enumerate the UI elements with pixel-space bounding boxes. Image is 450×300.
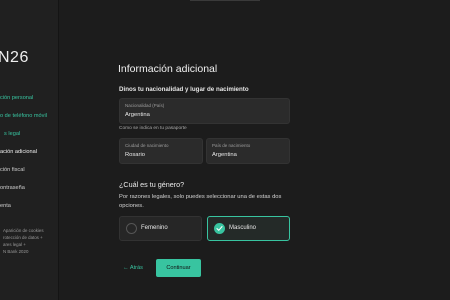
sidebar-item-additional-info[interactable]: ación adicional xyxy=(0,149,37,155)
nationality-field[interactable]: Nacionalidad (País) Argentina xyxy=(119,98,290,124)
gender-option-male[interactable]: Masculino xyxy=(207,216,290,241)
footer-copyright: N Bank 2020 xyxy=(3,249,29,254)
nationality-hint: Como se indica en tu pasaporte xyxy=(119,126,187,131)
gender-option-label: Femenino xyxy=(141,225,168,231)
footer-legal-link[interactable]: ares legal + xyxy=(3,241,53,248)
sidebar-item-tax-info[interactable]: ción fiscal xyxy=(0,167,25,173)
main-content: Información adicional Dinos tu nacionali… xyxy=(118,0,290,300)
continue-button[interactable]: Continuar xyxy=(156,259,201,277)
birth-country-value: Argentina xyxy=(212,152,237,158)
section-label: Dinos tu nacionalidad y lugar de nacimie… xyxy=(119,86,249,93)
nationality-label: Nacionalidad (País) xyxy=(125,103,165,108)
sidebar-item-phone[interactable]: o de teléfono móvil xyxy=(0,113,47,119)
birth-city-value: Rosario xyxy=(125,152,145,158)
sidebar: N26 ción personal o de teléfono móvil s … xyxy=(0,0,59,300)
birth-country-label: País de nacimiento xyxy=(212,143,251,148)
sidebar-item-account[interactable]: enta xyxy=(0,203,11,209)
nationality-value: Argentina xyxy=(125,112,150,118)
birth-city-label: Ciudad de nacimiento xyxy=(125,143,169,148)
footer-data-protection-link[interactable]: rotección de datos + xyxy=(3,234,53,241)
birth-city-field[interactable]: Ciudad de nacimiento Rosario xyxy=(119,138,203,164)
checkmark-icon xyxy=(216,226,223,231)
radio-unchecked-icon[interactable] xyxy=(126,223,137,234)
footer-cookies-link[interactable]: Aparición de cookies xyxy=(3,227,53,234)
sidebar-item-personal-info[interactable]: ción personal xyxy=(0,95,33,101)
gender-option-female[interactable]: Femenino xyxy=(119,216,202,241)
birth-country-field[interactable]: País de nacimiento Argentina xyxy=(206,138,290,164)
back-link[interactable]: ← Atrás xyxy=(123,265,143,271)
sidebar-item-password[interactable]: ontraseña xyxy=(0,185,25,191)
sidebar-footer: Aparición de cookies rotección de datos … xyxy=(3,227,53,255)
radio-checked-icon[interactable] xyxy=(214,223,225,234)
page-title: Información adicional xyxy=(118,63,218,75)
gender-option-label: Masculino xyxy=(229,225,257,231)
n26-logo: N26 xyxy=(0,49,29,66)
gender-description: Por razones legales, solo puedes selecci… xyxy=(119,194,282,209)
sidebar-item-legal[interactable]: s legal xyxy=(4,131,20,137)
gender-question: ¿Cuál es tu género? xyxy=(119,180,185,189)
